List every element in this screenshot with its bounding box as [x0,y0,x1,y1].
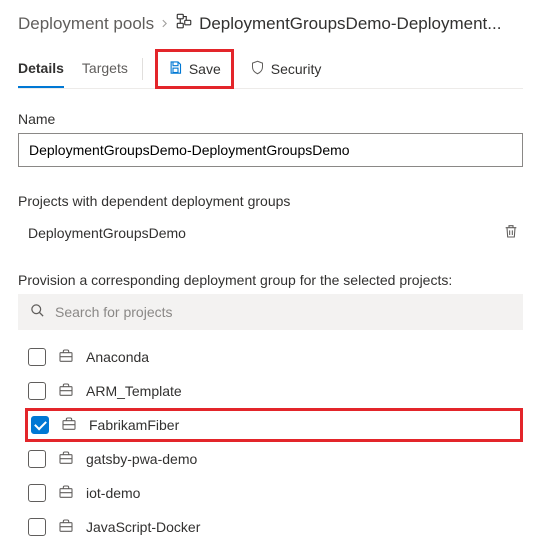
provision-label: Provision a corresponding deployment gro… [18,272,523,288]
save-button[interactable]: Save [158,54,231,84]
project-checkbox[interactable] [28,382,46,400]
security-label: Security [271,61,322,77]
tab-details[interactable]: Details [18,49,64,88]
briefcase-icon [58,484,74,503]
briefcase-icon [58,518,74,537]
tab-targets[interactable]: Targets [82,49,128,88]
project-checkbox[interactable] [28,450,46,468]
toolbar: Details Targets Save Security [18,49,523,89]
project-row[interactable]: JavaScript-Docker [28,510,523,544]
search-box[interactable] [18,294,523,330]
project-checkbox[interactable] [28,484,46,502]
project-name: FabrikamFiber [89,417,179,433]
project-list: Anaconda ARM_Template FabrikamFiber gatsby-… [28,340,523,544]
project-row[interactable]: FabrikamFiber [25,408,523,442]
project-name: ARM_Template [86,383,182,399]
search-input[interactable] [55,304,511,320]
search-icon [30,303,45,321]
breadcrumb-root[interactable]: Deployment pools [18,14,154,34]
save-label: Save [189,61,221,77]
toolbar-separator [142,58,143,80]
project-checkbox[interactable] [28,348,46,366]
save-highlight: Save [155,49,234,89]
project-name: iot-demo [86,485,140,501]
save-icon [168,60,183,78]
chevron-right-icon [160,17,169,31]
dependent-label: Projects with dependent deployment group… [18,193,523,209]
breadcrumb-current: DeploymentGroupsDemo-Deployment... [199,14,501,34]
project-row[interactable]: gatsby-pwa-demo [28,442,523,476]
project-name: JavaScript-Docker [86,519,200,535]
shield-icon [250,60,265,78]
security-button[interactable]: Security [240,54,332,84]
dependent-name: DeploymentGroupsDemo [28,225,186,241]
briefcase-icon [58,450,74,469]
project-name: Anaconda [86,349,149,365]
name-input[interactable] [18,133,523,167]
briefcase-icon [61,416,77,435]
briefcase-icon [58,348,74,367]
project-row[interactable]: Anaconda [28,340,523,374]
name-label: Name [18,111,523,127]
project-row[interactable]: iot-demo [28,476,523,510]
dependent-list: DeploymentGroupsDemo [18,215,523,250]
deployment-pool-icon [175,12,193,35]
project-row[interactable]: ARM_Template [28,374,523,408]
delete-icon[interactable] [503,223,519,242]
project-checkbox[interactable] [31,416,49,434]
tabs: Details Targets [18,49,128,88]
briefcase-icon [58,382,74,401]
project-checkbox[interactable] [28,518,46,536]
project-name: gatsby-pwa-demo [86,451,197,467]
breadcrumb: Deployment pools DeploymentGroupsDemo-De… [18,12,523,35]
dependent-row: DeploymentGroupsDemo [18,215,523,250]
